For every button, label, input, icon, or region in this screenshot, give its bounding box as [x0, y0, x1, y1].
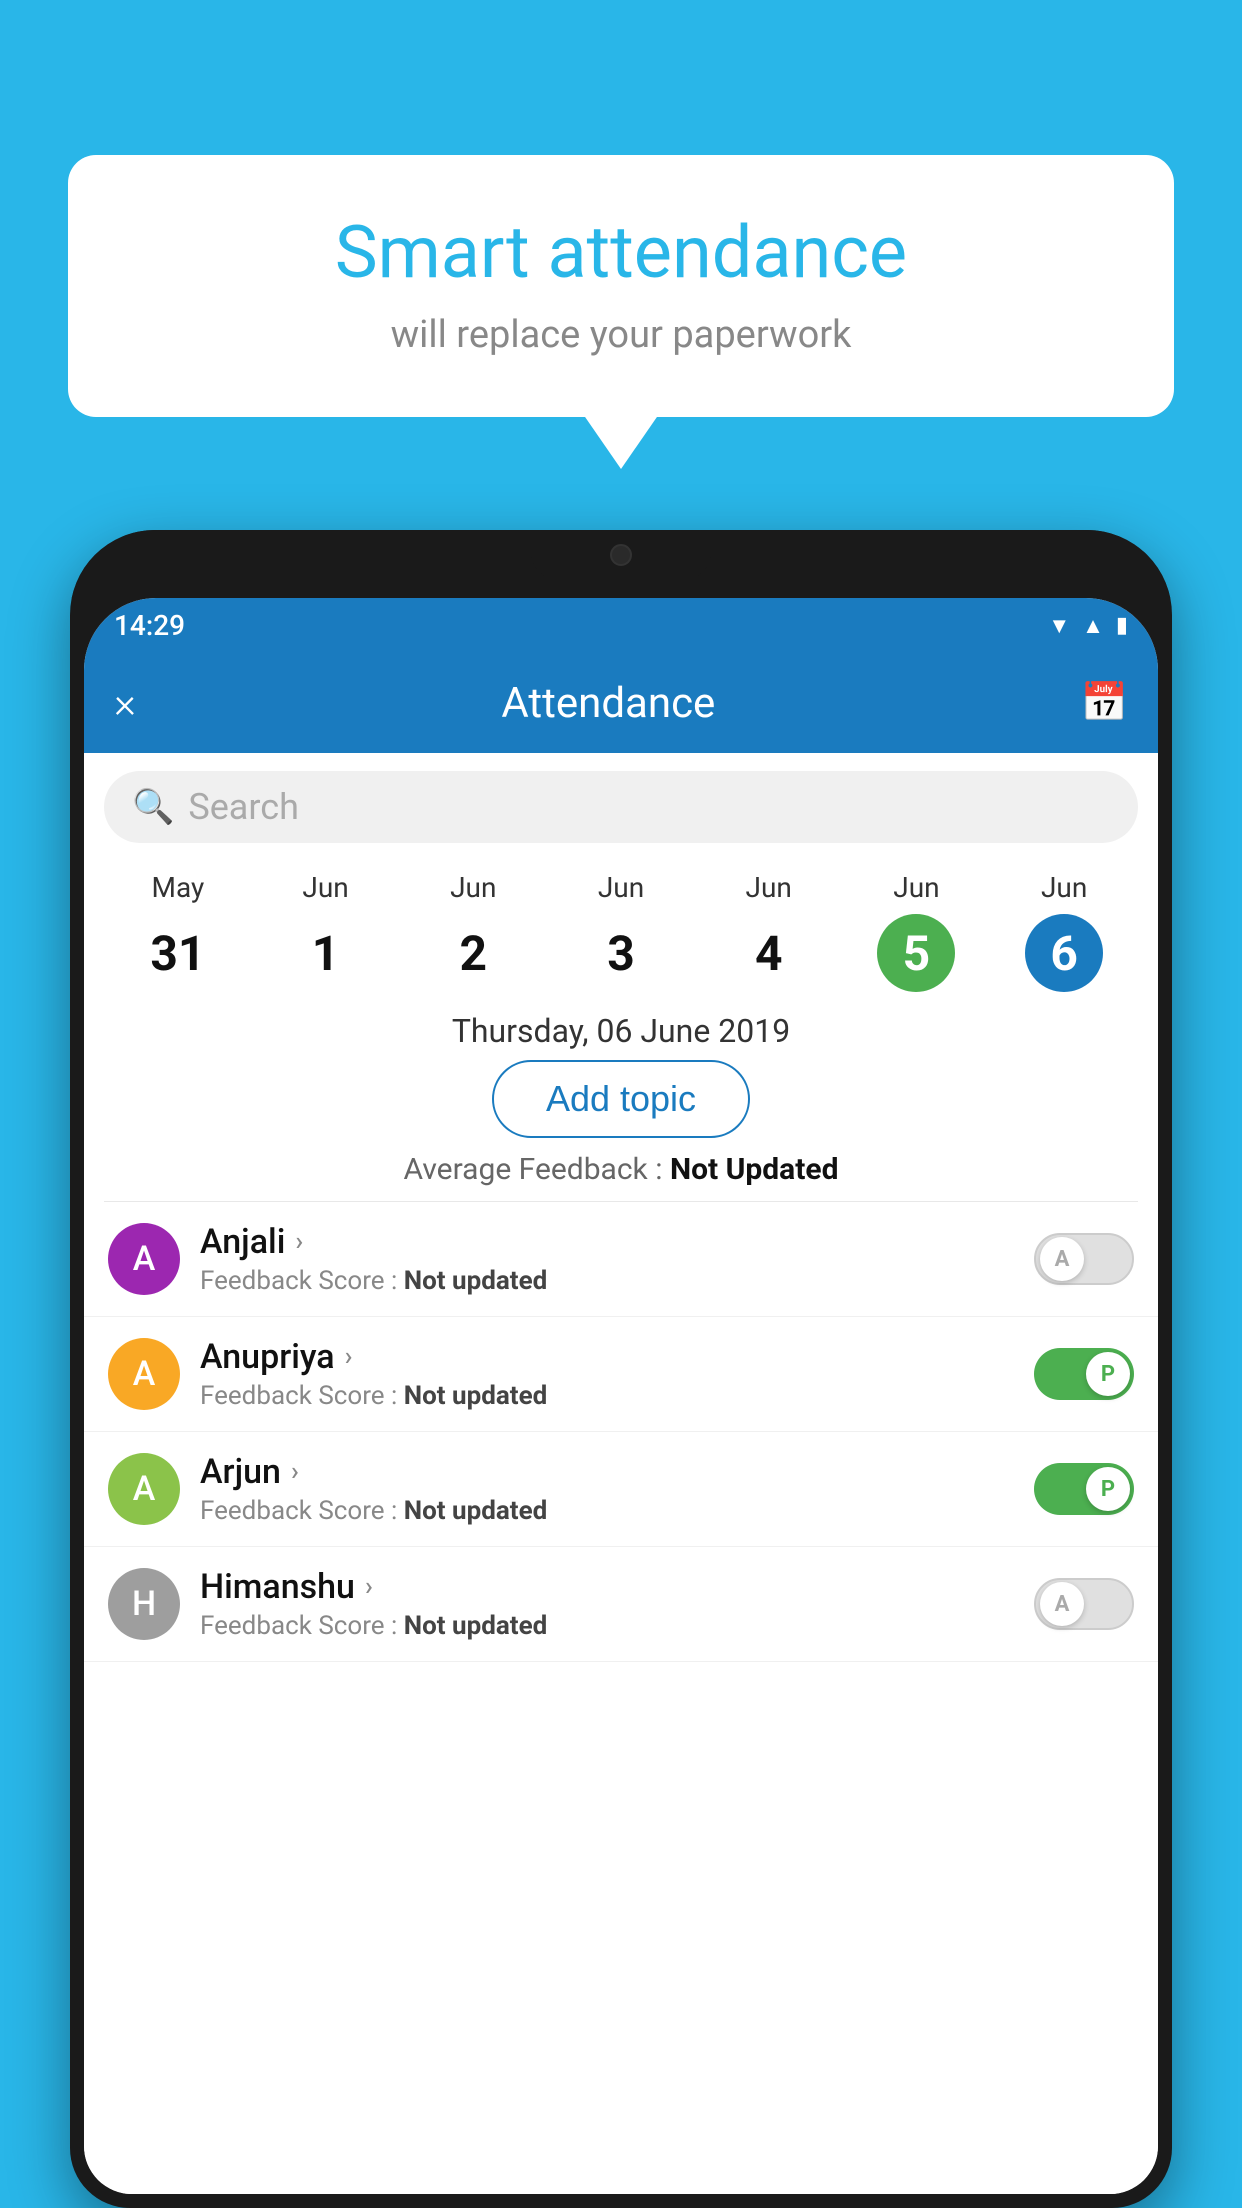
chevron-icon-himanshu: ›: [365, 1572, 373, 1602]
student-info-arjun: Arjun › Feedback Score : Not updated: [200, 1452, 1014, 1526]
phone-frame: 14:29 ▼ ▲ ▮ × Attendance 📅 🔍 Search: [70, 530, 1172, 2208]
cal-num-1: 1: [287, 914, 365, 992]
student-row-anjali[interactable]: A Anjali › Feedback Score : Not updated …: [84, 1202, 1158, 1317]
calendar-day-may31[interactable]: May 31: [104, 871, 252, 992]
calendar-icon[interactable]: 📅: [1081, 681, 1128, 725]
chevron-icon-arjun: ›: [291, 1457, 299, 1487]
search-icon: 🔍: [132, 787, 174, 827]
toggle-anjali[interactable]: A: [1034, 1233, 1134, 1285]
toggle-knob-anjali: A: [1040, 1237, 1084, 1281]
add-topic-button[interactable]: Add topic: [492, 1060, 750, 1138]
calendar-day-jun6[interactable]: Jun 6: [990, 871, 1138, 992]
cal-num-4: 4: [730, 914, 808, 992]
student-name-arjun: Arjun ›: [200, 1452, 1014, 1492]
toggle-himanshu[interactable]: A: [1034, 1578, 1134, 1630]
student-feedback-anupriya: Feedback Score : Not updated: [200, 1381, 1014, 1411]
toggle-switch-himanshu[interactable]: A: [1034, 1578, 1134, 1630]
app-bar: × Attendance 📅: [84, 653, 1158, 753]
phone-camera: [610, 544, 632, 566]
student-info-anjali: Anjali › Feedback Score : Not updated: [200, 1222, 1014, 1296]
student-row-arjun[interactable]: A Arjun › Feedback Score : Not updated P: [84, 1432, 1158, 1547]
cal-num-2: 2: [434, 914, 512, 992]
signal-icon: ▲: [1082, 613, 1104, 639]
cal-month-6: Jun: [1041, 871, 1087, 904]
avg-feedback-value: Not Updated: [670, 1152, 839, 1187]
battery-icon: ▮: [1116, 613, 1128, 638]
toggle-anupriya[interactable]: P: [1034, 1348, 1134, 1400]
toggle-knob-arjun: P: [1086, 1467, 1130, 1511]
student-feedback-arjun: Feedback Score : Not updated: [200, 1496, 1014, 1526]
student-avatar-anjali: A: [108, 1223, 180, 1295]
phone-notch: [531, 530, 711, 580]
cal-month-0: May: [152, 871, 205, 904]
cal-month-1: Jun: [302, 871, 348, 904]
selected-date: Thursday, 06 June 2019: [84, 1012, 1158, 1050]
cal-month-3: Jun: [598, 871, 644, 904]
speech-bubble: Smart attendance will replace your paper…: [68, 155, 1174, 417]
speech-bubble-subtitle: will replace your paperwork: [128, 313, 1114, 357]
student-avatar-himanshu: H: [108, 1568, 180, 1640]
close-button[interactable]: ×: [114, 679, 136, 728]
search-bar[interactable]: 🔍 Search: [104, 771, 1138, 843]
student-feedback-himanshu: Feedback Score : Not updated: [200, 1611, 1014, 1641]
student-name-anupriya: Anupriya ›: [200, 1337, 1014, 1377]
cal-month-2: Jun: [450, 871, 496, 904]
app-bar-title: Attendance: [501, 679, 715, 728]
phone-top: [70, 530, 1172, 598]
student-name-himanshu: Himanshu ›: [200, 1567, 1014, 1607]
calendar-strip: May 31 Jun 1 Jun 2 Jun 3: [84, 853, 1158, 1002]
student-name-anjali: Anjali ›: [200, 1222, 1014, 1262]
speech-bubble-title: Smart attendance: [128, 210, 1114, 295]
cal-num-5: 5: [877, 914, 955, 992]
calendar-day-jun1[interactable]: Jun 1: [252, 871, 400, 992]
calendar-day-jun3[interactable]: Jun 3: [547, 871, 695, 992]
toggle-knob-himanshu: A: [1040, 1582, 1084, 1626]
toggle-arjun[interactable]: P: [1034, 1463, 1134, 1515]
status-bar: 14:29 ▼ ▲ ▮: [84, 598, 1158, 653]
cal-num-6: 6: [1025, 914, 1103, 992]
chevron-icon-anjali: ›: [295, 1227, 303, 1257]
cal-month-5: Jun: [893, 871, 939, 904]
toggle-switch-anjali[interactable]: A: [1034, 1233, 1134, 1285]
student-info-anupriya: Anupriya › Feedback Score : Not updated: [200, 1337, 1014, 1411]
avg-feedback-label: Average Feedback :: [404, 1152, 663, 1187]
cal-num-0: 31: [139, 914, 217, 992]
cal-month-4: Jun: [746, 871, 792, 904]
toggle-switch-anupriya[interactable]: P: [1034, 1348, 1134, 1400]
cal-num-3: 3: [582, 914, 660, 992]
calendar-day-jun5[interactable]: Jun 5: [843, 871, 991, 992]
search-input-placeholder[interactable]: Search: [188, 786, 299, 828]
student-feedback-anjali: Feedback Score : Not updated: [200, 1266, 1014, 1296]
phone-screen: 14:29 ▼ ▲ ▮ × Attendance 📅 🔍 Search: [84, 598, 1158, 2194]
status-icons: ▼ ▲ ▮: [1048, 613, 1128, 639]
student-avatar-arjun: A: [108, 1453, 180, 1525]
calendar-day-jun2[interactable]: Jun 2: [399, 871, 547, 992]
toggle-knob-anupriya: P: [1086, 1352, 1130, 1396]
student-avatar-anupriya: A: [108, 1338, 180, 1410]
chevron-icon-anupriya: ›: [345, 1342, 353, 1372]
toggle-switch-arjun[interactable]: P: [1034, 1463, 1134, 1515]
calendar-day-jun4[interactable]: Jun 4: [695, 871, 843, 992]
student-info-himanshu: Himanshu › Feedback Score : Not updated: [200, 1567, 1014, 1641]
avg-feedback: Average Feedback : Not Updated: [84, 1152, 1158, 1187]
status-time: 14:29: [114, 609, 185, 642]
student-row-himanshu[interactable]: H Himanshu › Feedback Score : Not update…: [84, 1547, 1158, 1662]
student-row-anupriya[interactable]: A Anupriya › Feedback Score : Not update…: [84, 1317, 1158, 1432]
wifi-icon: ▼: [1048, 613, 1070, 639]
phone-body: 🔍 Search May 31 Jun 1 Jun 2: [84, 753, 1158, 2194]
